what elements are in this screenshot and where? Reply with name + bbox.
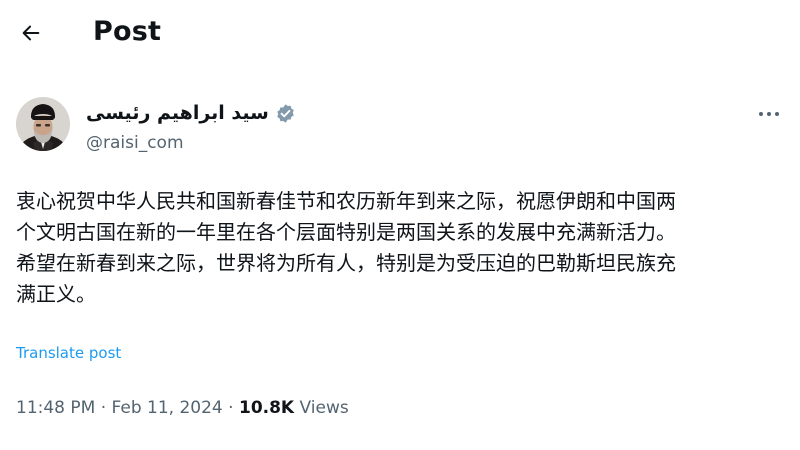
author-row: سید ابراهیم رئیسی — [86, 100, 296, 126]
more-options-button[interactable] — [752, 98, 786, 126]
translate-post-link[interactable]: Translate post — [16, 344, 121, 362]
post-date[interactable]: Feb 11, 2024 — [112, 398, 223, 418]
views-label: Views — [299, 398, 349, 418]
post-time[interactable]: 11:48 PM — [16, 398, 95, 418]
verified-badge-icon[interactable] — [275, 103, 296, 124]
post-text-line: 满正义。 — [16, 282, 96, 306]
post-page: Post سید ابراهیم رئیسی @raisi_com 衷心祝贺中华… — [0, 0, 800, 450]
author-handle[interactable]: @raisi_com — [86, 133, 184, 153]
post-meta: 11:48 PM · Feb 11, 2024 · 10.8K Views — [16, 398, 349, 418]
post-text-line: 希望在新春到来之际，世界将为所有人，特别是为受压迫的巴勒斯坦民族充 — [16, 251, 676, 275]
views-count: 10.8K — [238, 398, 295, 418]
avatar[interactable] — [16, 97, 70, 151]
post-text-line: 个文明古国在新的一年里在各个层面特别是两国关系的发展中充满新活力。 — [16, 220, 676, 244]
meta-separator: · — [228, 398, 239, 418]
more-horizontal-icon — [758, 103, 780, 122]
post-body: 衷心祝贺中华人民共和国新春佳节和农历新年到来之际，祝愿伊朗和中国两 个文明古国在… — [16, 186, 784, 310]
author-name[interactable]: سید ابراهیم رئیسی — [86, 102, 269, 124]
meta-separator: · — [100, 398, 112, 418]
page-title: Post — [93, 16, 162, 47]
back-button[interactable] — [14, 18, 48, 52]
post-text-line: 衷心祝贺中华人民共和国新春佳节和农历新年到来之际，祝愿伊朗和中国两 — [16, 189, 676, 213]
arrow-left-icon — [20, 22, 42, 48]
top-bar: Post — [0, 0, 800, 70]
